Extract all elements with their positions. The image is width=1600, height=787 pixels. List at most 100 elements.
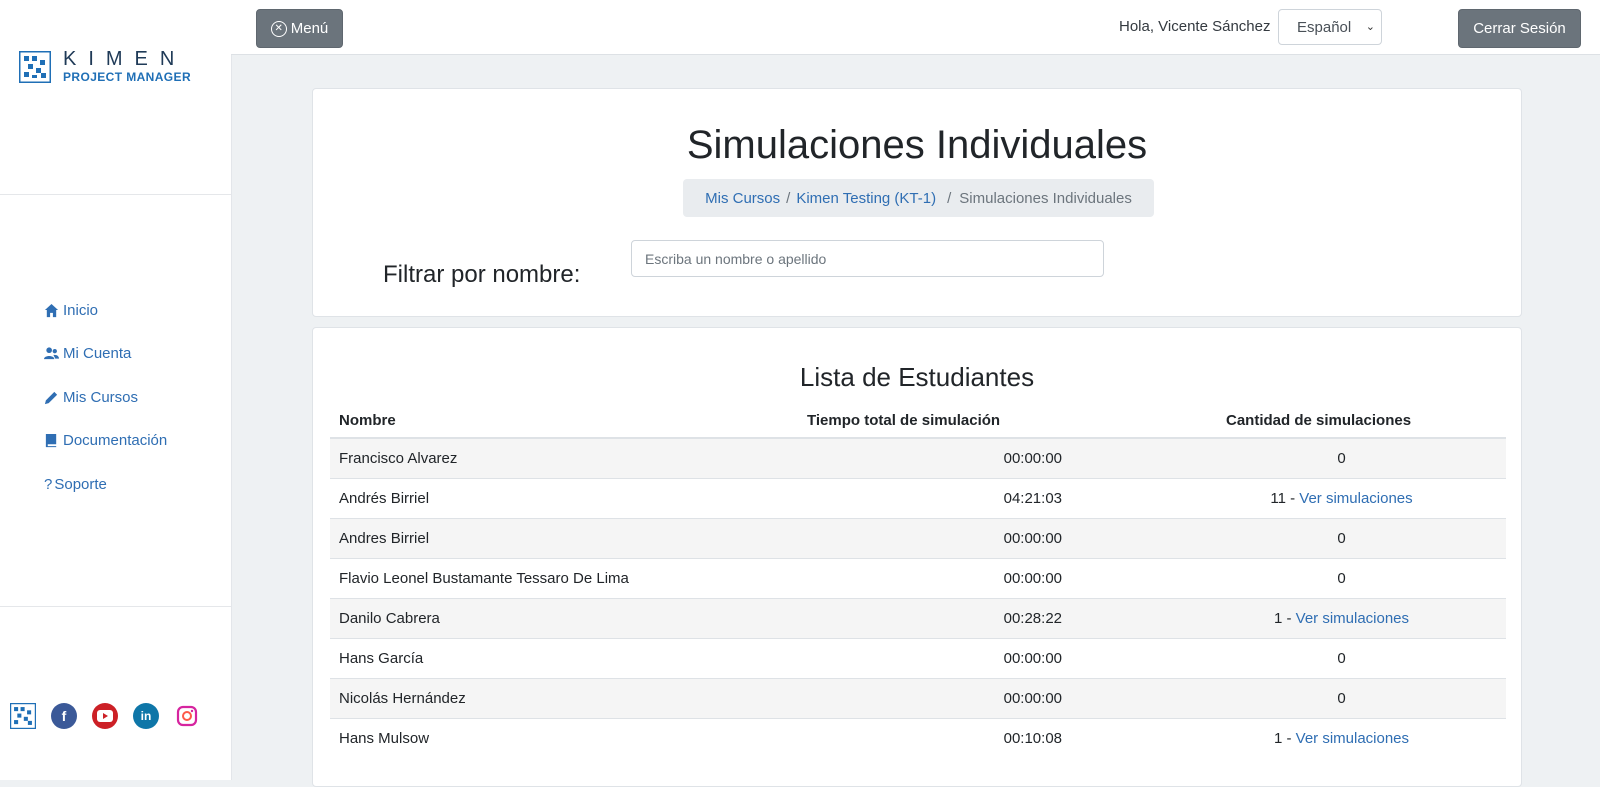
column-header-count: Cantidad de simulaciones [1076,403,1506,439]
sidebar-item-label: Mis Cursos [63,388,139,406]
page-title: Simulaciones Individuales [686,123,1148,167]
sidebar-item-mi-cuenta[interactable]: Mi Cuenta [44,344,167,364]
students-list-title: Lista de Estudiantes [799,362,1035,392]
breadcrumb-separator: / [947,189,952,207]
user-greeting: Hola, Vicente Sánchez [1119,18,1271,35]
table-row: Danilo Cabrera 00:28:22 1 - Ver simulacion… [330,598,1506,639]
table-row: Francisco Alvarez 00:00:00 0 [330,437,1506,479]
student-simulation-time: 00:00:00 [798,558,1076,599]
social-links: f in [10,703,215,729]
student-simulation-time: 00:10:08 [798,718,1076,758]
view-simulations-link[interactable]: Ver simulaciones [1296,730,1409,747]
student-simulation-count: 0 [1337,690,1346,707]
column-header-name: Nombre [330,403,798,439]
users-icon [44,347,59,360]
sidebar-nav: Inicio Mi Cuenta Mis Cursos Documentació… [44,300,167,518]
sidebar-item-label: Mi Cuenta [63,345,132,362]
table-row: Hans Mulsow 00:10:08 1 - Ver simulaciones [330,718,1506,758]
student-simulation-count-cell: 0 [1076,518,1506,559]
student-simulation-count-cell: 0 [1076,638,1506,679]
linkedin-icon[interactable]: in [133,703,159,729]
student-simulation-time: 00:00:00 [798,518,1076,559]
student-name: Danilo Cabrera [330,598,798,639]
pencil-icon [44,391,58,404]
student-name: Nicolás Hernández [330,678,798,719]
student-simulation-count: 11 [1270,490,1286,507]
student-simulation-time: 00:00:00 [798,437,1076,479]
student-simulation-count-cell: 1 - Ver simulaciones [1076,598,1506,639]
table-row: Flavio Leonel Bustamante Tessaro De Lima… [330,558,1506,599]
student-name: Francisco Alvarez [330,437,798,479]
student-simulation-count-cell: 0 [1076,437,1506,479]
breadcrumb: Mis Cursos / Kimen Testing (KT-1) / Simu… [683,179,1154,217]
filter-label: Filtrar por nombre: [383,261,581,288]
student-name: Andres Birriel [330,518,798,559]
logo-title: KIMEN [63,48,187,70]
view-simulations-link[interactable]: Ver simulaciones [1296,610,1409,627]
sidebar-item-label: Soporte [54,475,107,493]
table-row: Nicolás Hernández 00:00:00 0 [330,678,1506,719]
facebook-icon[interactable]: f [51,703,77,729]
instagram-icon[interactable] [174,703,200,729]
sidebar-item-soporte[interactable]: ? Soporte [44,474,167,494]
kimen-logo-icon [19,51,51,83]
student-simulation-count-cell: 1 - Ver simulaciones [1076,718,1506,758]
students-card: Lista de Estudiantes Nombre Tiempo total… [312,327,1522,787]
student-simulation-count: 0 [1337,450,1346,467]
count-separator: - [1282,730,1296,747]
table-header-row: Nombre Tiempo total de simulación Cantid… [330,403,1506,439]
student-simulation-count: 0 [1337,570,1346,587]
student-name: Hans García [330,638,798,679]
kimen-icon[interactable] [10,703,36,729]
sidebar-divider [0,606,231,607]
sidebar-item-label: Documentación [63,432,168,449]
book-icon [45,433,57,448]
students-table-body: Francisco Alvarez 00:00:00 0 Andrés Birriel… [330,437,1506,758]
student-simulation-time: 00:28:22 [798,598,1076,639]
kimen-logo[interactable]: KIMEN PROJECT MANAGER [19,48,192,84]
header-card: Simulaciones Individuales Mis Cursos / K… [312,88,1522,317]
home-icon [44,303,59,317]
view-simulations-link[interactable]: Ver simulaciones [1299,490,1412,507]
student-name: Hans Mulsow [330,718,798,758]
student-simulation-count: 0 [1337,650,1346,667]
logout-button-label: Cerrar Sesión [1473,20,1566,37]
student-simulation-time: 04:21:03 [798,478,1076,519]
count-separator: - [1285,490,1300,507]
student-name: Flavio Leonel Bustamante Tessaro De Lima [330,558,798,599]
student-simulation-time: 00:00:00 [798,678,1076,719]
column-header-time: Tiempo total de simulación [798,403,1076,439]
filter-name-input[interactable] [631,240,1104,277]
breadcrumb-course[interactable]: Kimen Testing (KT-1) [796,190,936,207]
logo-subtitle: PROJECT MANAGER [63,70,192,84]
student-name: Andrés Birriel [330,478,798,519]
sidebar-item-documentacion[interactable]: Documentación [44,431,167,451]
student-simulation-count: 0 [1337,530,1346,547]
logout-button[interactable]: Cerrar Sesión [1458,9,1581,48]
sidebar-item-inicio[interactable]: Inicio [44,300,167,320]
students-table: Nombre Tiempo total de simulación Cantid… [330,403,1506,758]
sidebar-item-mis-cursos[interactable]: Mis Cursos [44,387,167,407]
breadcrumb-separator: / [786,189,791,207]
menu-button-label: Menú [290,20,329,37]
table-row: Andrés Birriel 04:21:03 11 - Ver simulacio… [330,478,1506,519]
student-simulation-time: 00:00:00 [798,638,1076,679]
breadcrumb-current: Simulaciones Individuales [959,189,1132,207]
menu-button[interactable]: ✕ Menú [256,9,343,48]
student-simulation-count-cell: 0 [1076,558,1506,599]
breadcrumb-mis-cursos[interactable]: Mis Cursos [705,190,780,207]
sidebar: KIMEN PROJECT MANAGER Inicio Mi Cuenta M… [0,0,232,780]
topbar: ✕ Menú Hola, Vicente Sánchez Español ⌄ C… [231,0,1600,55]
sidebar-divider [0,194,231,195]
student-simulation-count-cell: 11 - Ver simulaciones [1076,478,1506,519]
language-select[interactable]: Español ⌄ [1278,9,1382,45]
chevron-down-icon: ⌄ [1365,21,1375,33]
youtube-icon[interactable] [92,703,118,729]
student-simulation-count-cell: 0 [1076,678,1506,719]
count-separator: - [1282,610,1296,627]
sidebar-item-label: Inicio [63,301,99,319]
language-select-value: Español [1297,18,1352,36]
question-icon: ? [44,475,53,493]
table-row: Andres Birriel 00:00:00 0 [330,518,1506,559]
close-circle-icon: ✕ [270,20,287,37]
